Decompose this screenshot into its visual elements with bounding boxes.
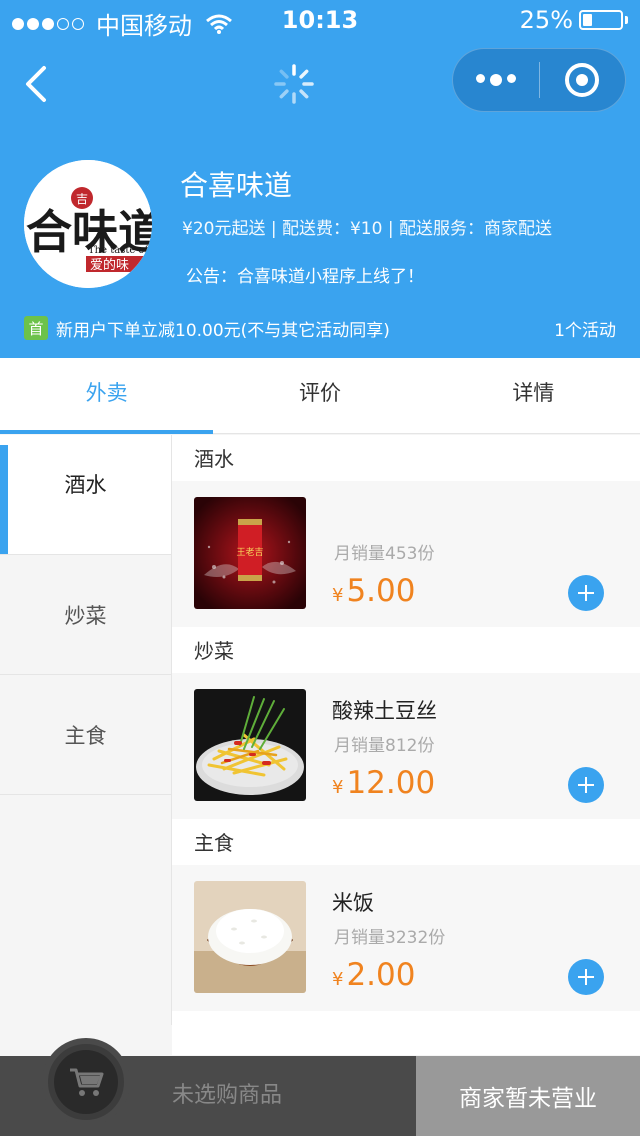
- shop-tabs: 外卖 评价 详情: [0, 358, 640, 434]
- shop-notice: 公告：合喜味道小程序上线了！: [186, 267, 424, 287]
- shop-logo: 吉 合味道 The taste of l 爱的味: [24, 160, 152, 288]
- more-options-button[interactable]: [453, 74, 539, 86]
- first-order-badge: 首: [24, 316, 48, 340]
- add-to-cart-button[interactable]: [568, 767, 604, 803]
- cart-button[interactable]: [42, 1038, 130, 1126]
- status-right: 25%: [520, 6, 628, 34]
- cart-status-text: 未选购商品: [172, 1083, 283, 1108]
- sidebar-item-drinks[interactable]: 酒水: [0, 435, 171, 555]
- target-icon: [565, 63, 600, 97]
- tab-takeout[interactable]: 外卖: [0, 358, 214, 434]
- dish-price: ¥ 2.00: [332, 957, 415, 993]
- sidebar-item-staples[interactable]: 主食: [0, 675, 171, 795]
- svg-text:The taste of l: The taste of l: [88, 245, 152, 256]
- svg-text:吉: 吉: [76, 192, 88, 206]
- close-miniprogram-button[interactable]: [540, 63, 626, 97]
- dish-image-drink: 王老吉: [194, 497, 306, 609]
- status-bar: 中国移动 10:13 25%: [0, 0, 640, 40]
- tab-reviews[interactable]: 评价: [213, 358, 426, 433]
- promo-bar[interactable]: 首 新用户下单立减10.00元(不与其它活动同享) 1个活动: [24, 314, 616, 342]
- nav-bar: [0, 40, 640, 130]
- add-to-cart-button[interactable]: [568, 575, 604, 611]
- currency-symbol: ¥: [332, 969, 344, 990]
- shop-header: 吉 合味道 The taste of l 爱的味 合喜味道 ¥20元起送 | 配…: [0, 130, 640, 358]
- dish-item[interactable]: 王老吉 月销量453份 ¥ 5.00: [172, 481, 640, 627]
- category-title: 炒菜: [172, 627, 640, 673]
- battery-icon: [579, 10, 623, 30]
- battery-tip: [625, 16, 628, 24]
- price-value: 12.00: [346, 765, 436, 801]
- dish-sales: 月销量812份: [334, 736, 435, 756]
- dish-item[interactable]: 米饭 月销量3232份 ¥ 2.00: [172, 865, 640, 1011]
- currency-symbol: ¥: [332, 585, 344, 606]
- loading-spinner-icon: [274, 64, 314, 104]
- plus-icon: [578, 969, 594, 985]
- back-arrow-icon[interactable]: [18, 62, 58, 106]
- price-value: 5.00: [346, 573, 416, 609]
- checkout-button[interactable]: 商家暂未营业: [416, 1056, 640, 1136]
- cart-icon-wrap: [54, 1050, 118, 1114]
- battery-percent: 25%: [519, 6, 573, 34]
- plus-icon: [578, 585, 594, 601]
- category-title: 酒水: [172, 435, 640, 481]
- promo-text: 新用户下单立减10.00元(不与其它活动同享): [56, 320, 390, 341]
- tab-details[interactable]: 详情: [427, 358, 640, 433]
- dish-item[interactable]: 酸辣土豆丝 月销量812份 ¥ 12.00: [172, 673, 640, 819]
- miniprogram-capsule: [452, 48, 626, 112]
- svg-text:王老吉: 王老吉: [236, 546, 263, 558]
- category-sidebar: 酒水 炒菜 主食: [0, 435, 172, 1025]
- dish-image-rice: [194, 881, 306, 993]
- dish-sales: 月销量3232份: [334, 928, 446, 948]
- dish-image-potato: [194, 689, 306, 801]
- plus-icon: [578, 777, 594, 793]
- currency-symbol: ¥: [332, 777, 344, 798]
- promo-count[interactable]: 1个活动: [554, 316, 616, 341]
- svg-text:爱的味: 爱的味: [90, 257, 129, 273]
- category-title: 主食: [172, 819, 640, 865]
- price-value: 2.00: [346, 957, 416, 993]
- dish-price: ¥ 12.00: [332, 765, 435, 801]
- add-to-cart-button[interactable]: [568, 959, 604, 995]
- dish-name: 酸辣土豆丝: [332, 699, 437, 723]
- shop-name: 合喜味道: [180, 169, 293, 202]
- dish-name: 米饭: [332, 891, 374, 915]
- menu-list: 酒水 王老吉 月销量453份 ¥ 5.00 炒菜 酸辣土豆丝 月销量812份 ¥…: [172, 435, 640, 1055]
- shop-delivery-info: ¥20元起送 | 配送费：¥10 | 配送服务：商家配送: [182, 219, 552, 239]
- sidebar-item-stir-fry[interactable]: 炒菜: [0, 555, 171, 675]
- dish-sales: 月销量453份: [334, 544, 435, 564]
- shopping-cart-icon: [70, 1068, 104, 1096]
- dish-price: ¥ 5.00: [332, 573, 415, 609]
